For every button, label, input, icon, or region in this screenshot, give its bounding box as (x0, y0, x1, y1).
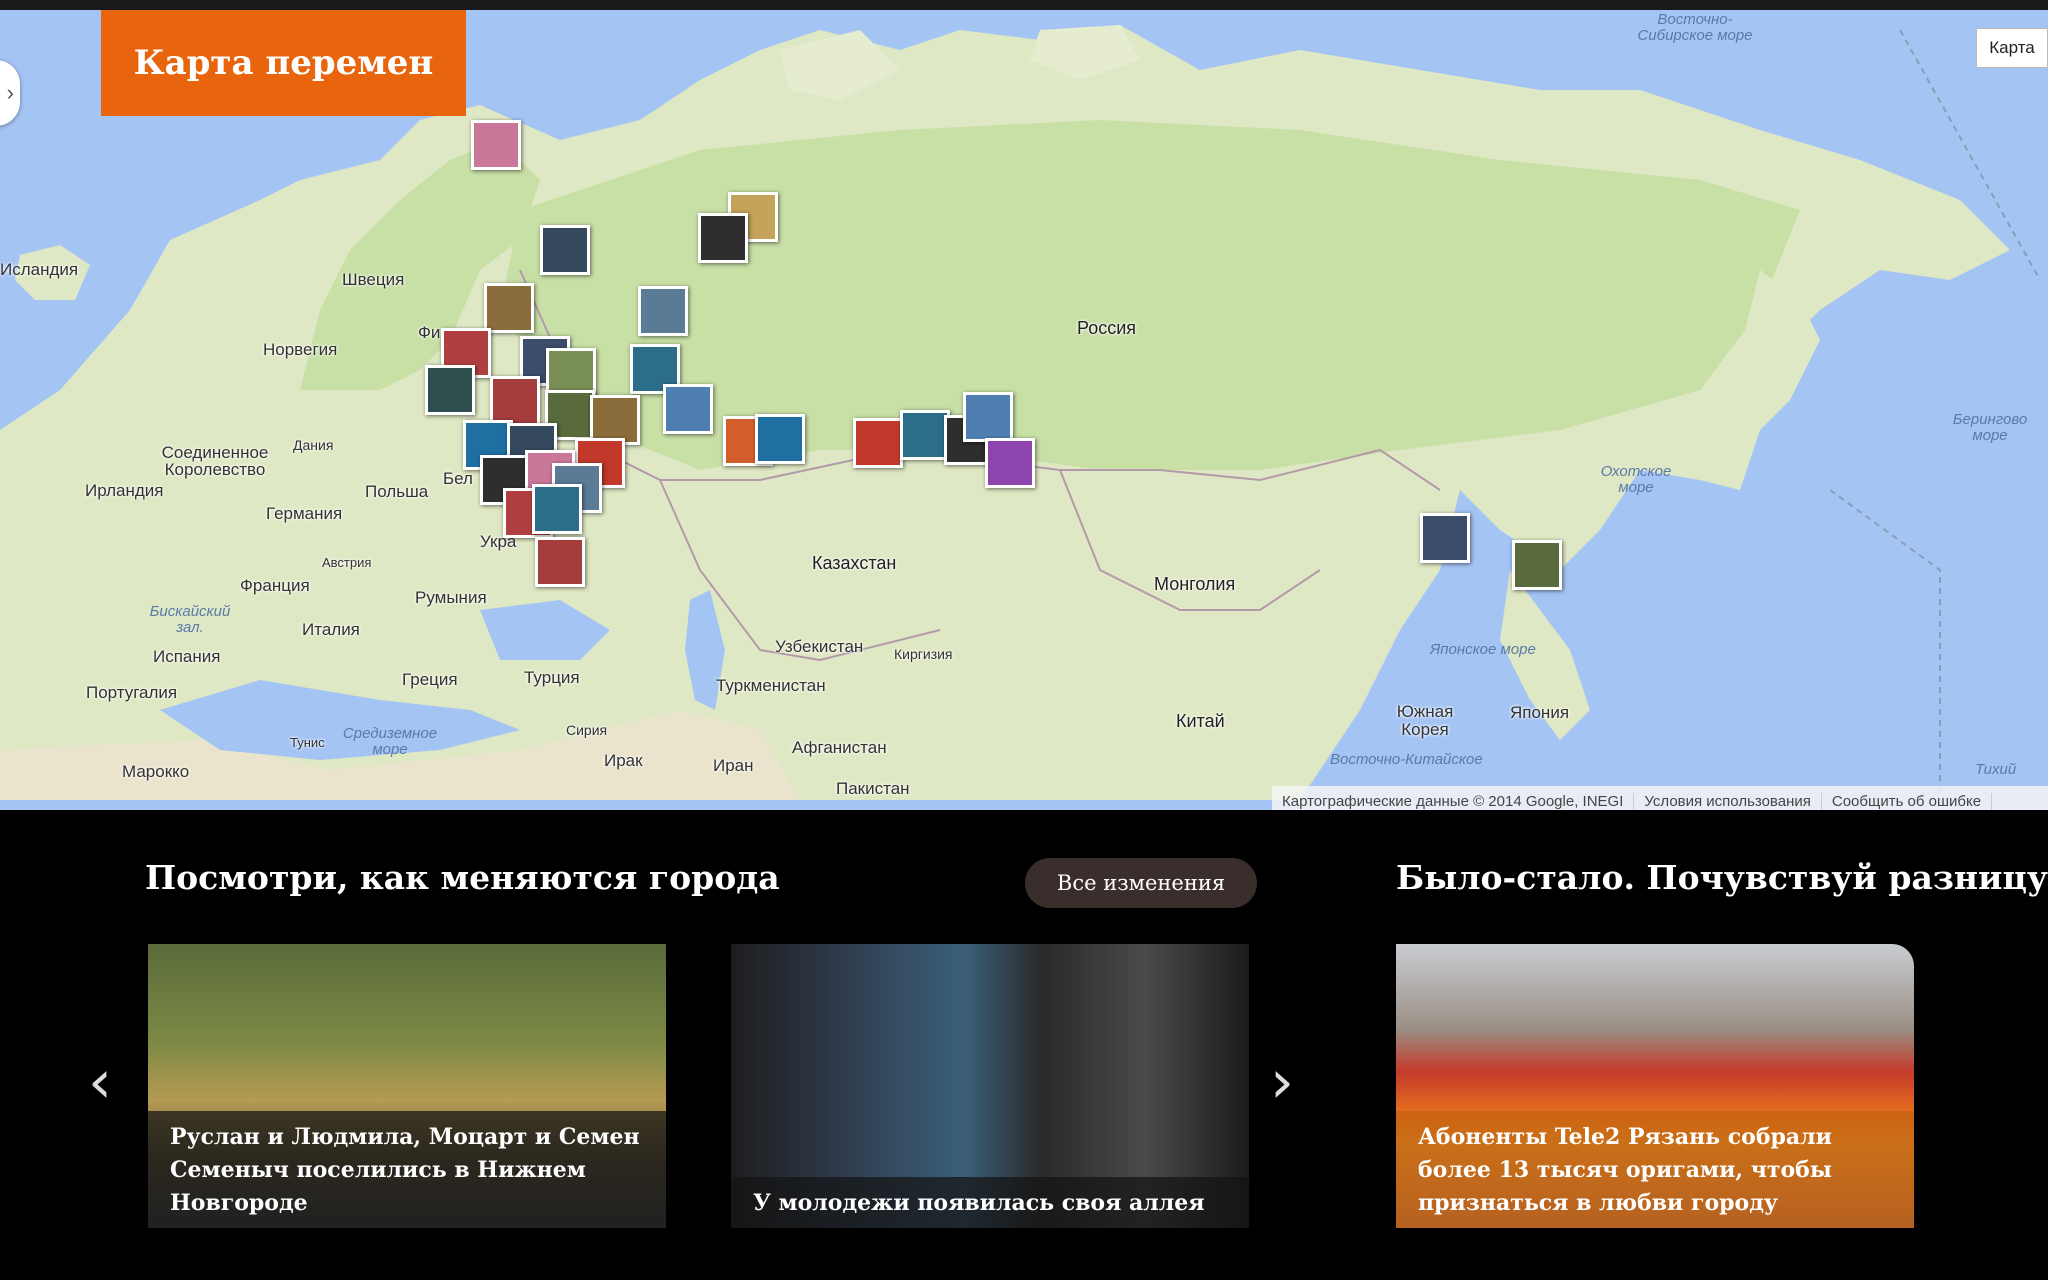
label-okhotsk-sea: Охотское море (1600, 463, 1672, 496)
label-biscay: Бискайский зал. (149, 603, 231, 636)
label-kyrgyzstan: Киргизия (894, 646, 953, 662)
before-after-card[interactable]: Абоненты Tele2 Рязань собрали более 13 т… (1396, 944, 1914, 1228)
label-iraq: Ирак (604, 751, 643, 770)
change-card[interactable]: Руслан и Людмила, Моцарт и Семен Семеныч… (148, 944, 666, 1228)
photo-marker[interactable] (425, 365, 475, 415)
label-belarus: Бел (443, 469, 473, 488)
label-romania: Румыния (415, 588, 487, 607)
photo-marker[interactable] (532, 484, 582, 534)
photo-marker[interactable] (900, 410, 950, 460)
label-bering-sea: Берингово море (1952, 411, 2028, 444)
map-land (0, 25, 2041, 800)
label-pakistan: Пакистан (836, 779, 910, 798)
label-sweden: Швеция (342, 270, 405, 289)
photo-marker[interactable] (663, 384, 713, 434)
label-tunisia: Тунис (290, 735, 325, 750)
change-card[interactable]: У молодежи появилась своя аллея (731, 944, 1249, 1228)
label-turkmenistan: Туркменистан (716, 676, 826, 695)
label-ireland: Ирландия (85, 481, 164, 500)
label-mediterranean: Средиземное море (342, 725, 438, 758)
label-iran: Иран (713, 756, 754, 775)
changes-heading: Посмотри, как меняются города (145, 858, 780, 897)
photo-marker[interactable] (1512, 540, 1562, 590)
label-greece: Греция (402, 670, 458, 689)
card-caption: У молодежи появилась своя аллея (731, 1177, 1249, 1228)
card-caption: Руслан и Людмила, Моцарт и Семен Семеныч… (148, 1111, 666, 1228)
label-finland: Фи (418, 323, 441, 342)
map-attribution: Картографические данные © 2014 Google, I… (1272, 786, 2048, 810)
label-afghanistan: Афганистан (792, 738, 887, 757)
label-uzbekistan: Узбекистан (775, 637, 864, 656)
label-russia: Россия (1077, 318, 1137, 338)
photo-marker[interactable] (471, 120, 521, 170)
label-iceland: Исландия (0, 260, 79, 279)
label-china: Китай (1176, 711, 1225, 731)
label-kazakhstan: Казахстан (812, 553, 897, 573)
report-error-link[interactable]: Сообщить об ошибке (1822, 792, 1993, 810)
photo-marker[interactable] (698, 213, 748, 263)
photo-marker[interactable] (853, 418, 903, 468)
label-south-korea: Южная Корея (1396, 702, 1454, 739)
card-caption: Абоненты Tele2 Рязань собрали более 13 т… (1396, 1111, 1914, 1228)
label-italy: Италия (302, 620, 360, 639)
map-type-button[interactable]: Карта (1976, 28, 2048, 68)
label-poland: Польша (365, 482, 429, 501)
label-turkey: Турция (524, 668, 580, 687)
photo-marker[interactable] (963, 392, 1013, 442)
top-bar (0, 0, 2048, 10)
label-norway: Норвегия (263, 340, 338, 359)
all-changes-button[interactable]: Все изменения (1025, 858, 1257, 908)
page-title: Карта перемен (101, 10, 466, 116)
label-france: Франция (240, 576, 310, 595)
photo-marker[interactable] (638, 286, 688, 336)
label-uk: Соединенное Королевство (161, 443, 269, 479)
chevron-left-icon[interactable]: ‹ (88, 1052, 112, 1112)
photo-marker[interactable] (490, 376, 540, 426)
photo-marker[interactable] (535, 537, 585, 587)
photo-marker[interactable] (985, 438, 1035, 488)
photo-marker[interactable] (755, 414, 805, 464)
label-east-china-sea: Восточно-Китайское (1330, 751, 1483, 768)
before-after-heading: Было-стало. Почувствуй разницу. (1396, 858, 2048, 897)
label-austria: Австрия (322, 555, 372, 570)
label-portugal: Португалия (86, 683, 178, 702)
label-japan-sea: Японское море (1430, 641, 1536, 658)
terms-link[interactable]: Условия использования (1634, 792, 1822, 810)
label-germany: Германия (266, 504, 343, 523)
label-mongolia: Монголия (1154, 574, 1236, 594)
label-spain: Испания (153, 647, 221, 666)
label-denmark: Дания (293, 437, 334, 453)
map-data-credit: Картографические данные © 2014 Google, I… (1272, 792, 1635, 810)
label-east-siberian-sea: Восточно-Сибирское море (1637, 11, 1753, 44)
map[interactable]: Исландия Швеция Норвегия Фи Россия Соеди… (0, 10, 2048, 810)
photo-marker[interactable] (1420, 513, 1470, 563)
chevron-right-icon[interactable]: › (1270, 1052, 1294, 1112)
label-japan: Япония (1510, 703, 1570, 722)
label-syria: Сирия (566, 722, 608, 738)
chevron-right-icon: › (6, 80, 14, 105)
photo-marker[interactable] (540, 225, 590, 275)
label-morocco: Марокко (122, 762, 190, 781)
photo-marker[interactable] (484, 283, 534, 333)
label-pacific: Тихий (1975, 761, 2017, 778)
